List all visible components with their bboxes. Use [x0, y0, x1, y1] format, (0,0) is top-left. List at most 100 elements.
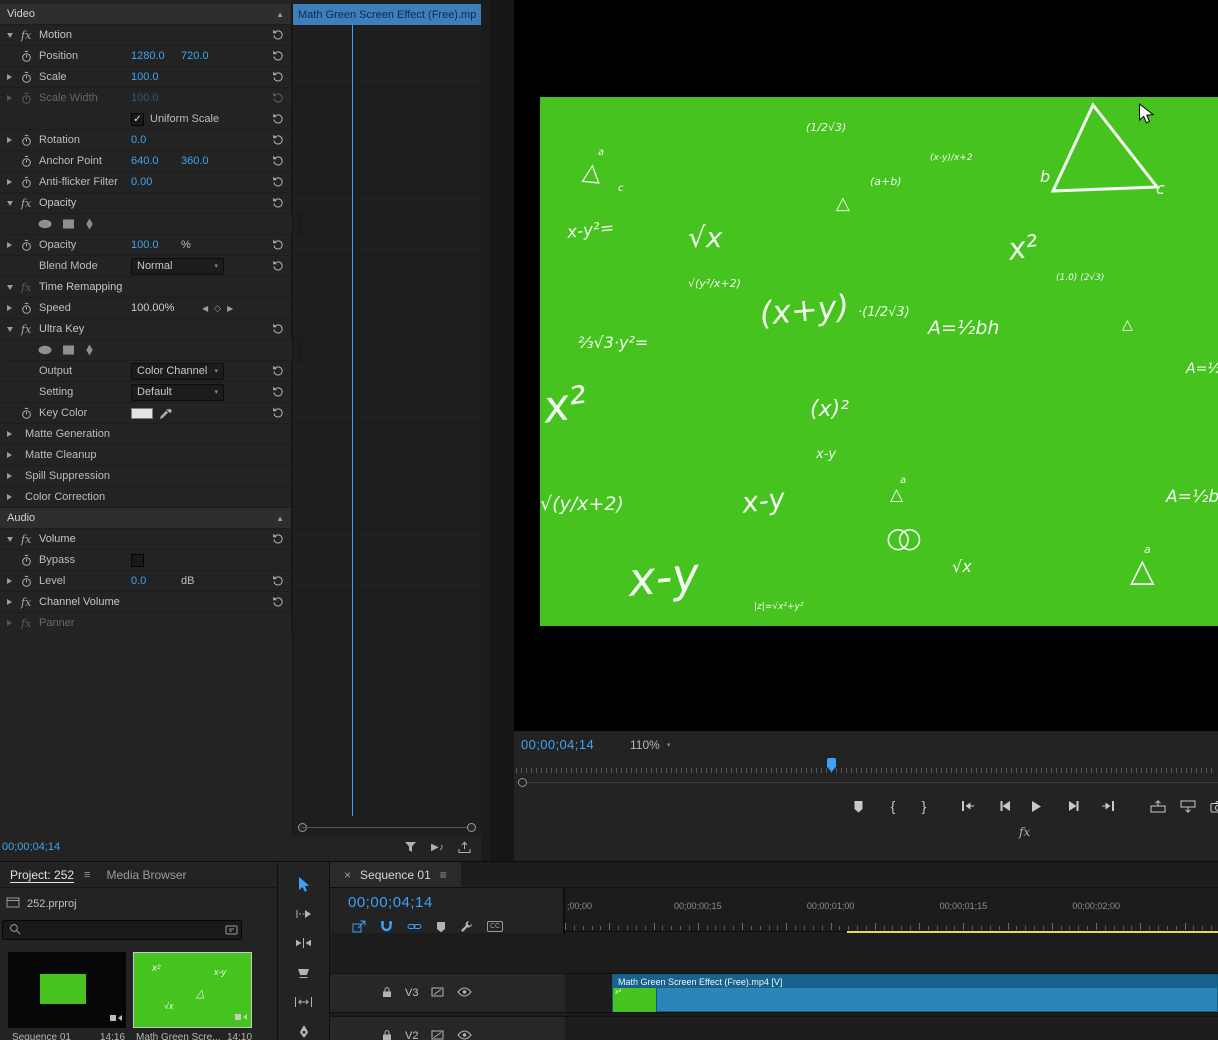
- reset-parameter-icon[interactable]: [272, 596, 284, 611]
- mark-in-button[interactable]: {: [879, 793, 907, 819]
- twirl-down-icon[interactable]: [7, 326, 21, 332]
- tab-media-browser[interactable]: Media Browser: [106, 868, 186, 882]
- twirl-right-icon[interactable]: [7, 578, 21, 584]
- reset-parameter-icon[interactable]: [272, 260, 284, 275]
- list-item-sequence-thumbnail[interactable]: [8, 952, 126, 1028]
- twirl-right-icon[interactable]: [7, 494, 21, 500]
- ellipse-mask-icon[interactable]: [37, 344, 53, 356]
- toggle-track-output-icon[interactable]: [457, 987, 473, 1000]
- twirl-down-icon[interactable]: [7, 536, 21, 542]
- zoom-level-dropdown[interactable]: 110% ▾: [630, 738, 670, 752]
- play-button[interactable]: [1022, 793, 1050, 819]
- twirl-right-icon[interactable]: [7, 95, 21, 101]
- go-to-out-button[interactable]: [1094, 793, 1122, 819]
- stopwatch-icon[interactable]: [21, 575, 39, 588]
- stopwatch-icon[interactable]: [21, 155, 39, 168]
- twirl-right-icon[interactable]: [7, 179, 21, 185]
- lock-track-icon[interactable]: [382, 1029, 392, 1040]
- export-icon[interactable]: [458, 840, 471, 854]
- captions-icon[interactable]: CC: [487, 921, 504, 932]
- search-box[interactable]: [2, 920, 242, 940]
- param-value[interactable]: 100.0: [131, 239, 181, 251]
- export-frame-button[interactable]: [1204, 793, 1218, 819]
- stopwatch-icon[interactable]: [21, 407, 39, 420]
- filter-properties-icon[interactable]: [404, 841, 417, 853]
- pen-tool-icon[interactable]: [291, 1023, 317, 1040]
- stopwatch-icon[interactable]: [21, 176, 39, 189]
- reset-parameter-icon[interactable]: [272, 386, 284, 401]
- reset-parameter-icon[interactable]: [272, 575, 284, 590]
- twirl-right-icon[interactable]: [7, 431, 21, 437]
- add-marker-button[interactable]: [844, 793, 872, 819]
- add-keyframe-icon[interactable]: ◇: [214, 303, 221, 314]
- reset-parameter-icon[interactable]: [272, 176, 284, 191]
- twirl-right-icon[interactable]: [7, 473, 21, 479]
- nest-toggle-icon[interactable]: [352, 920, 366, 933]
- snap-icon[interactable]: [380, 920, 393, 933]
- param-value[interactable]: 0.0: [131, 134, 181, 146]
- ellipse-mask-icon[interactable]: [37, 218, 53, 230]
- project-file-row[interactable]: 252.prproj: [0, 888, 277, 911]
- blend-mode-dropdown[interactable]: Normal ▾: [131, 257, 224, 275]
- step-forward-button[interactable]: [1060, 793, 1088, 819]
- reset-parameter-icon[interactable]: [272, 134, 284, 149]
- reset-parameter-icon[interactable]: [272, 407, 284, 422]
- lock-track-icon[interactable]: [382, 986, 392, 1001]
- search-in-bin-icon[interactable]: [225, 924, 238, 939]
- reset-parameter-icon[interactable]: [272, 323, 284, 338]
- twirl-down-icon[interactable]: [7, 284, 21, 290]
- timeline-clip[interactable]: Math Green Screen Effect (Free).mp4 [V] …: [612, 974, 1218, 1012]
- rect-mask-icon[interactable]: [62, 344, 75, 356]
- search-input[interactable]: [27, 924, 235, 936]
- mark-out-button[interactable]: }: [910, 793, 938, 819]
- toggle-track-output-icon[interactable]: [457, 1030, 473, 1040]
- reset-parameter-icon[interactable]: [272, 50, 284, 65]
- twirl-right-icon[interactable]: [7, 305, 21, 311]
- reset-parameter-icon[interactable]: [272, 365, 284, 380]
- reset-parameter-icon[interactable]: [272, 71, 284, 86]
- item-label[interactable]: Math Green Scre...: [136, 1032, 220, 1040]
- reset-parameter-icon[interactable]: [272, 197, 284, 212]
- twirl-down-icon[interactable]: [7, 32, 21, 38]
- zoom-bar-handle-icon[interactable]: [518, 778, 527, 787]
- track-select-forward-tool-icon[interactable]: [291, 905, 317, 922]
- stopwatch-icon[interactable]: [21, 302, 39, 315]
- param-value[interactable]: 100.0: [131, 71, 181, 83]
- panel-menu-icon[interactable]: ≡: [84, 869, 90, 881]
- sync-lock-icon[interactable]: [431, 1030, 444, 1040]
- effect-controls-scrollbar[interactable]: [481, 0, 490, 861]
- track-lane-v3[interactable]: Math Green Screen Effect (Free).mp4 [V] …: [565, 973, 1218, 1013]
- linked-selection-icon[interactable]: [407, 921, 422, 932]
- zoom-handle-right-icon[interactable]: [467, 823, 476, 832]
- reset-parameter-icon[interactable]: [272, 155, 284, 170]
- list-item-clip-thumbnail[interactable]: x² △ √x x-y: [133, 952, 252, 1028]
- param-value[interactable]: 0.0: [131, 575, 181, 587]
- lift-button[interactable]: [1144, 793, 1172, 819]
- track-lane-v2[interactable]: [565, 1016, 1218, 1040]
- param-value[interactable]: 640.0: [131, 155, 181, 167]
- twirl-right-icon[interactable]: [7, 137, 21, 143]
- panel-menu-icon[interactable]: ≡: [440, 868, 447, 882]
- add-marker-icon[interactable]: [436, 921, 446, 933]
- monitor-zoom-bar[interactable]: [516, 778, 1218, 788]
- stopwatch-icon[interactable]: [21, 71, 39, 84]
- tab-project[interactable]: Project: 252: [10, 868, 74, 882]
- reset-parameter-icon[interactable]: [272, 533, 284, 548]
- effect-controls-playhead[interactable]: [352, 25, 353, 816]
- twirl-right-icon[interactable]: [7, 620, 21, 626]
- track-name[interactable]: V2: [405, 1030, 418, 1040]
- pen-mask-icon[interactable]: [84, 218, 95, 230]
- param-value[interactable]: 720.0: [181, 50, 231, 62]
- extract-button[interactable]: [1174, 793, 1202, 819]
- reset-parameter-icon[interactable]: [272, 113, 284, 128]
- playhead-marker[interactable]: [827, 758, 836, 772]
- key-color-swatch[interactable]: [131, 407, 153, 419]
- stopwatch-icon[interactable]: [21, 50, 39, 63]
- param-value[interactable]: 100.0: [131, 92, 181, 104]
- program-timecode[interactable]: 00;00;04;14: [521, 737, 594, 752]
- stopwatch-icon[interactable]: [21, 134, 39, 147]
- reset-parameter-icon[interactable]: [272, 239, 284, 254]
- twirl-right-icon[interactable]: [7, 452, 21, 458]
- keyframe-navigator[interactable]: ◀ ◇ ▶: [202, 303, 233, 314]
- razor-tool-icon[interactable]: [291, 964, 317, 981]
